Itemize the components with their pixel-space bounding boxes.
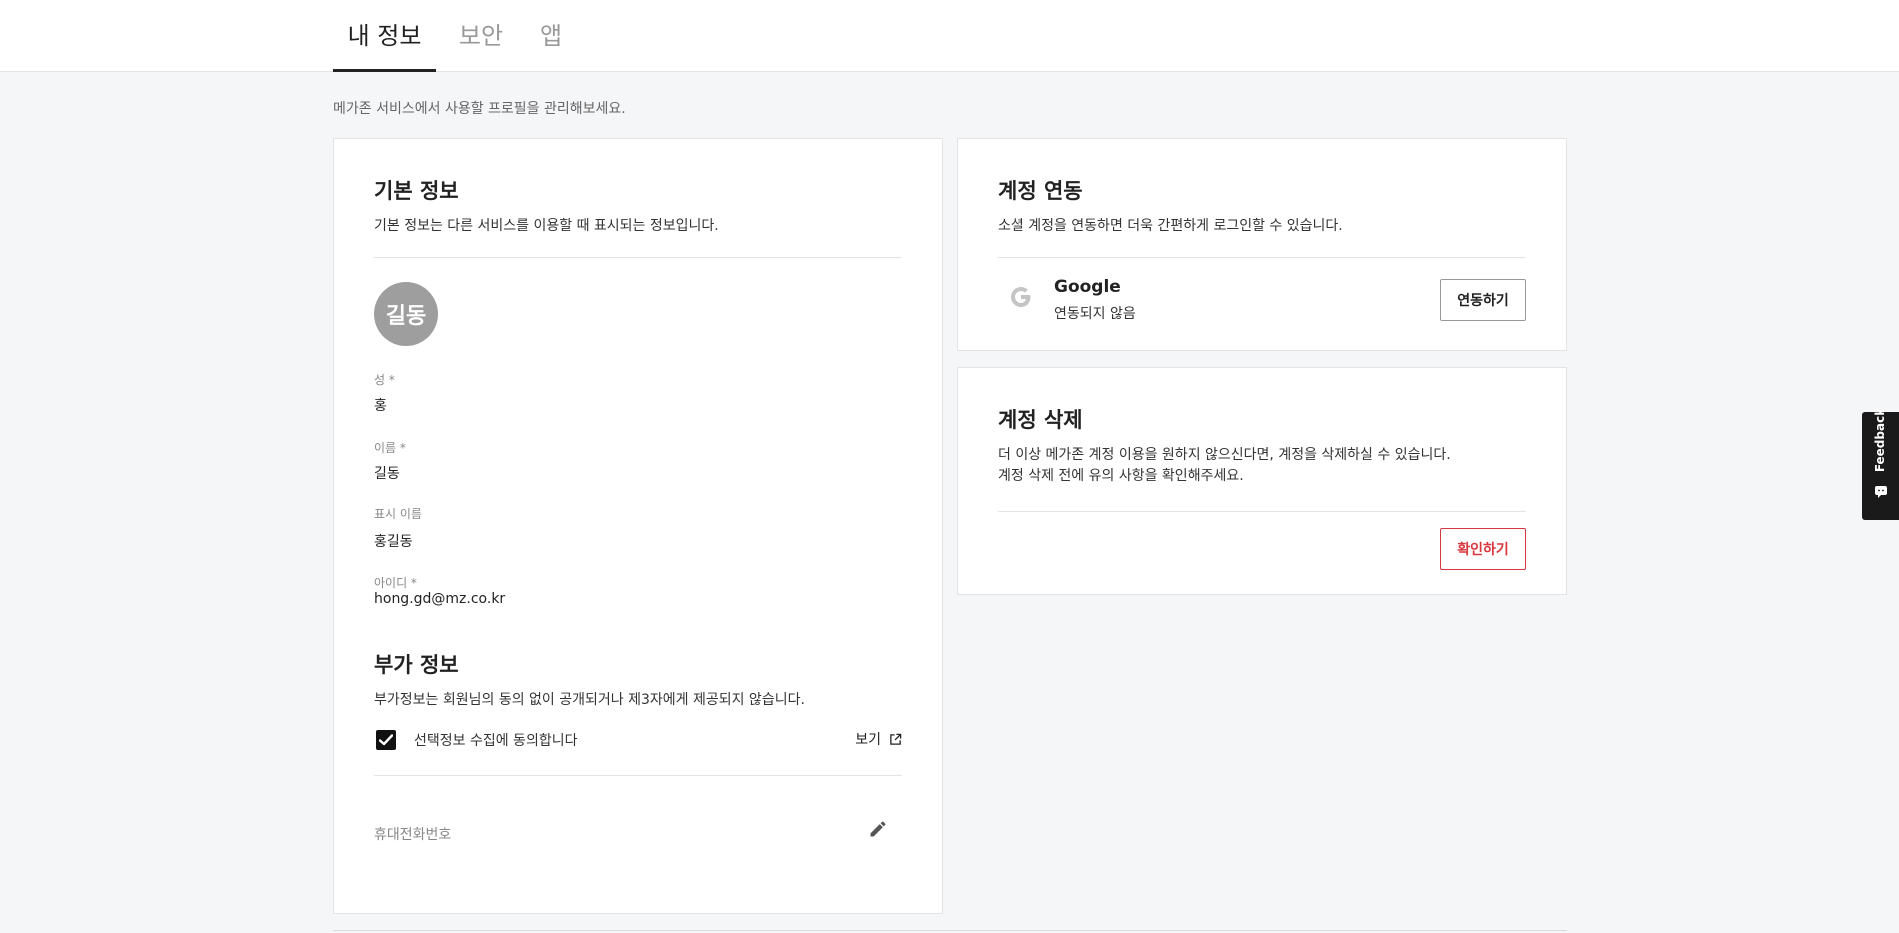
display-name-value: 홍길동 <box>374 534 413 550</box>
user-id-label: 아이디 * <box>374 576 417 590</box>
account-delete-card: 계정 삭제 더 이상 메가존 계정 이용을 원하지 않으신다면, 계정을 삭제하… <box>957 367 1567 595</box>
view-terms-label: 보기 <box>855 732 881 748</box>
provider-status: 연동되지 않음 <box>1054 306 1136 322</box>
last-name-label: 성 * <box>374 373 395 387</box>
last-name-value: 홍 <box>374 398 387 414</box>
account-link-card: 계정 연동 소셜 계정을 연동하면 더욱 간편하게 로그인할 수 있습니다. G… <box>957 138 1567 351</box>
confirm-delete-button[interactable]: 확인하기 <box>1440 528 1526 570</box>
pencil-icon <box>870 821 886 837</box>
tab-security[interactable]: 보안 <box>436 0 526 72</box>
display-name-label: 표시 이름 <box>374 507 422 521</box>
phone-label: 휴대전화번호 <box>374 827 452 843</box>
account-delete-desc-2: 계정 삭제 전에 유의 사항을 확인해주세요. <box>998 468 1244 484</box>
divider <box>998 257 1526 258</box>
account-link-title: 계정 연동 <box>998 179 1083 203</box>
account-delete-title: 계정 삭제 <box>998 408 1083 432</box>
tab-my-info[interactable]: 내 정보 <box>333 0 436 72</box>
basic-info-title: 기본 정보 <box>374 179 459 203</box>
first-name-label: 이름 * <box>374 441 406 455</box>
footer-divider <box>333 930 1567 931</box>
feedback-tab[interactable]: Feedback <box>1862 408 1899 520</box>
avatar: 길동 <box>374 282 438 346</box>
user-id-value: hong.gd@mz.co.kr <box>374 591 506 607</box>
feedback-label: Feedback <box>1873 407 1888 473</box>
extra-info-desc: 부가정보는 회원님의 동의 없이 공개되거나 제3자에게 제공되지 않습니다. <box>374 692 805 708</box>
basic-info-card: 기본 정보 기본 정보는 다른 서비스를 이용할 때 표시되는 정보입니다. 길… <box>333 138 943 914</box>
account-link-desc: 소셜 계정을 연동하면 더욱 간편하게 로그인할 수 있습니다. <box>998 218 1343 234</box>
divider <box>998 511 1526 512</box>
check-icon <box>379 734 393 746</box>
external-link-icon <box>890 733 902 745</box>
consent-checkbox[interactable] <box>376 730 396 750</box>
tab-list: 내 정보 보안 앱 <box>333 0 576 72</box>
consent-label[interactable]: 선택정보 수집에 동의합니다 <box>414 730 577 750</box>
extra-info-title: 부가 정보 <box>374 653 459 677</box>
view-terms-link[interactable]: 보기 <box>855 729 902 749</box>
google-icon <box>1011 287 1031 307</box>
account-delete-desc-1: 더 이상 메가존 계정 이용을 원하지 않으신다면, 계정을 삭제하실 수 있습… <box>998 447 1451 463</box>
chat-bubble-icon <box>1874 486 1887 498</box>
link-google-button[interactable]: 연동하기 <box>1440 279 1526 321</box>
divider <box>374 257 902 258</box>
first-name-value: 길동 <box>374 466 400 482</box>
tab-apps[interactable]: 앱 <box>526 0 576 72</box>
edit-phone-button[interactable] <box>868 819 890 841</box>
divider <box>374 775 902 776</box>
page-intro: 메가존 서비스에서 사용할 프로필을 관리해보세요. <box>333 101 626 117</box>
provider-name: Google <box>1054 277 1121 297</box>
basic-info-desc: 기본 정보는 다른 서비스를 이용할 때 표시되는 정보입니다. <box>374 218 719 234</box>
top-nav-bar: 내 정보 보안 앱 <box>0 0 1899 72</box>
